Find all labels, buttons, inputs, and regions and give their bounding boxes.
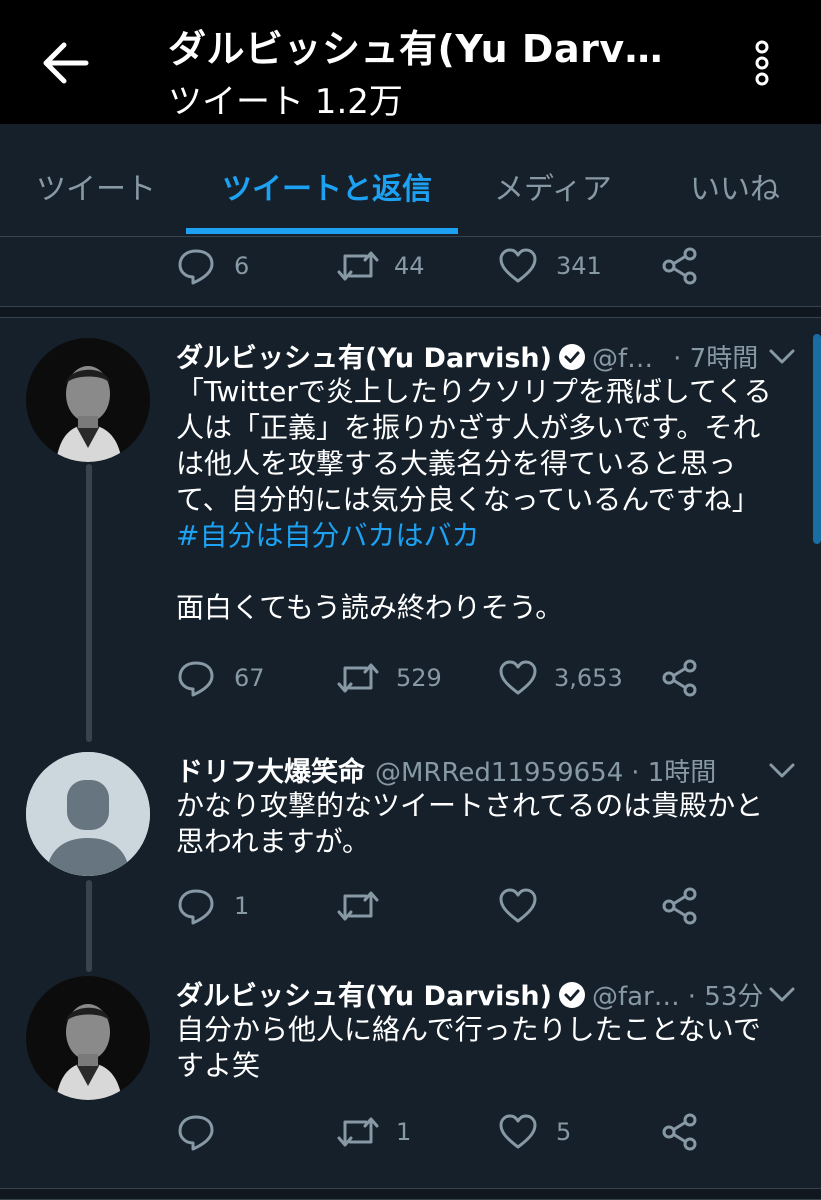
- user-handle[interactable]: @MRRed11959654: [375, 758, 623, 788]
- chevron-down-icon[interactable]: [768, 986, 796, 1004]
- tweet-header: ダルビッシュ有(Yu Darvish) @f… · 7時間: [176, 336, 796, 378]
- retweet-icon: [337, 663, 379, 693]
- tweet-count: ツイート 1.2万: [168, 82, 403, 122]
- like-icon: [499, 888, 537, 923]
- verified-badge-icon: [558, 344, 585, 370]
- avatar[interactable]: [26, 976, 150, 1100]
- timestamp[interactable]: · 1時間: [631, 758, 716, 788]
- tab-likes[interactable]: いいね: [690, 164, 780, 208]
- active-tab-indicator: [186, 228, 458, 234]
- display-name[interactable]: ダルビッシュ有(Yu Darvish): [176, 981, 552, 1012]
- tweet-body: 「Twitterで炎上したりクソリプを飛ばしてくる 人は「正義」を振りかざす人が…: [176, 374, 791, 626]
- chevron-down-icon[interactable]: [768, 762, 796, 780]
- share-icon: [662, 659, 697, 697]
- tab-tweets[interactable]: ツイート: [36, 164, 156, 208]
- retweet-icon: [337, 891, 379, 921]
- tweet-actions: 67 529 3,653: [0, 654, 821, 704]
- verified-badge-icon: [558, 982, 585, 1008]
- profile-tabs: ツイート ツイートと返信 メディア いいね: [0, 124, 821, 237]
- display-name[interactable]: ダルビッシュ有(Yu Darvish): [176, 343, 552, 374]
- retweet-icon: [337, 1117, 379, 1147]
- share-icon: [662, 887, 697, 925]
- scroll-indicator[interactable]: [813, 334, 821, 544]
- chevron-down-icon[interactable]: [768, 348, 796, 366]
- more-vertical-icon[interactable]: [750, 40, 774, 86]
- tab-tweets-and-replies[interactable]: ツイートと返信: [222, 164, 432, 208]
- like-icon: [499, 248, 537, 283]
- user-handle[interactable]: @f…: [592, 344, 653, 374]
- tweet-body: 自分から他人に絡んで行ったりしたことないで すよ笑: [176, 1013, 761, 1082]
- app-header: ダルビッシュ有(Yu Darv… ツイート 1.2万: [0, 0, 821, 124]
- tweet-header: ドリフ大爆笑命 @MRRed11959654 · 1時間: [176, 750, 796, 792]
- section-divider: [0, 306, 821, 318]
- reply-icon: [178, 1115, 214, 1151]
- display-name[interactable]: ドリフ大爆笑命: [176, 757, 365, 788]
- hashtag-link[interactable]: #自分は自分バカはバカ: [176, 518, 791, 554]
- share-icon: [662, 247, 697, 285]
- tweet-header: ダルビッシュ有(Yu Darvish) @far… · 53分: [176, 974, 796, 1016]
- retweet-icon: [337, 251, 379, 281]
- like-icon: [499, 660, 537, 695]
- profile-title: ダルビッシュ有(Yu Darv…: [168, 27, 664, 71]
- timestamp[interactable]: · 53分: [688, 982, 764, 1012]
- avatar[interactable]: [26, 338, 150, 462]
- tweet-actions: 1: [0, 882, 821, 932]
- avatar[interactable]: [26, 752, 150, 876]
- back-arrow-icon[interactable]: [38, 40, 90, 86]
- tab-media[interactable]: メディア: [494, 164, 612, 208]
- profile-photo-icon: [26, 338, 150, 462]
- reply-icon: [178, 661, 214, 697]
- timestamp[interactable]: · 7時間: [673, 344, 758, 374]
- reply-icon: [178, 889, 214, 925]
- tweet-actions: 1 5: [0, 1108, 821, 1158]
- share-icon: [662, 1113, 697, 1151]
- tweet-body: かなり攻撃的なツイートされてるのは貴殿かと 思われますが。: [176, 789, 764, 858]
- default-avatar-icon: [26, 752, 150, 876]
- reply-icon: [178, 249, 214, 285]
- section-divider: [0, 1188, 821, 1200]
- tweet-actions-previous: 6 44 341: [0, 242, 821, 292]
- user-handle[interactable]: @far…: [592, 982, 680, 1012]
- profile-photo-icon: [26, 976, 150, 1100]
- like-icon: [499, 1114, 537, 1149]
